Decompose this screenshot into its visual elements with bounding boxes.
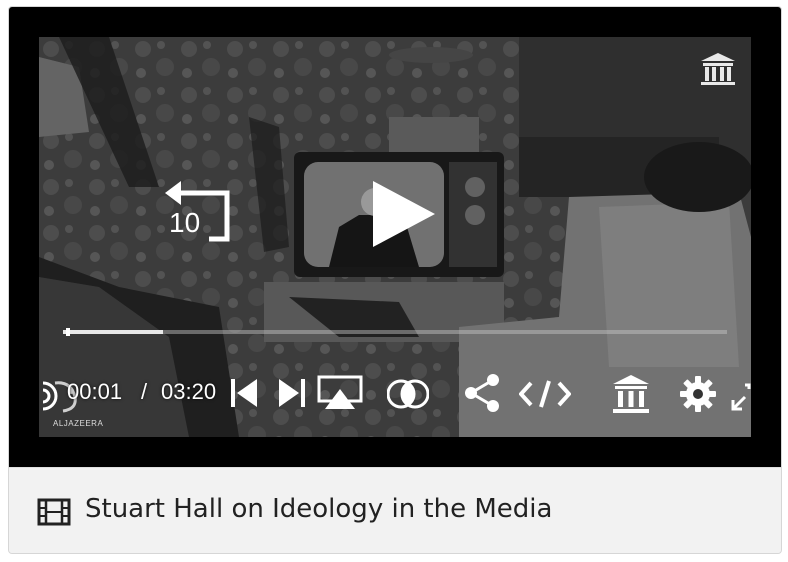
previous-button[interactable] (229, 377, 259, 409)
replay-amount: 10 (169, 207, 201, 238)
airplay-icon[interactable] (317, 375, 363, 411)
next-button[interactable] (277, 377, 307, 409)
time-separator: / (141, 379, 148, 404)
watermark-text: ALJAZEERA (53, 419, 104, 428)
embed-code-icon[interactable] (519, 379, 571, 409)
replay-10-button[interactable]: 10 (163, 179, 235, 243)
film-icon (37, 498, 71, 531)
progress-handle[interactable] (66, 328, 71, 336)
buffered-fill (63, 330, 163, 334)
duration: 03:20 (161, 379, 217, 404)
audio-description-icon[interactable] (39, 379, 65, 413)
institution-logo-icon (699, 51, 737, 87)
video-caption: Stuart Hall on Ideology in the Media (9, 467, 781, 553)
video-frame[interactable]: 10 ALJAZEERA 00:01 / 03:20 (39, 37, 751, 437)
gear-icon[interactable] (679, 375, 717, 413)
play-button[interactable] (369, 179, 439, 249)
current-time: 00:01 (67, 379, 123, 404)
progress-bar[interactable] (63, 328, 727, 336)
contrast-icon[interactable] (387, 377, 429, 411)
video-card: 10 ALJAZEERA 00:01 / 03:20 Stuart Hall o… (8, 6, 782, 554)
video-player: 10 ALJAZEERA 00:01 / 03:20 (9, 7, 781, 467)
fullscreen-icon[interactable] (729, 383, 751, 413)
institution-icon[interactable] (611, 373, 651, 415)
video-title: Stuart Hall on Ideology in the Media (85, 494, 553, 524)
share-icon[interactable] (463, 373, 501, 413)
